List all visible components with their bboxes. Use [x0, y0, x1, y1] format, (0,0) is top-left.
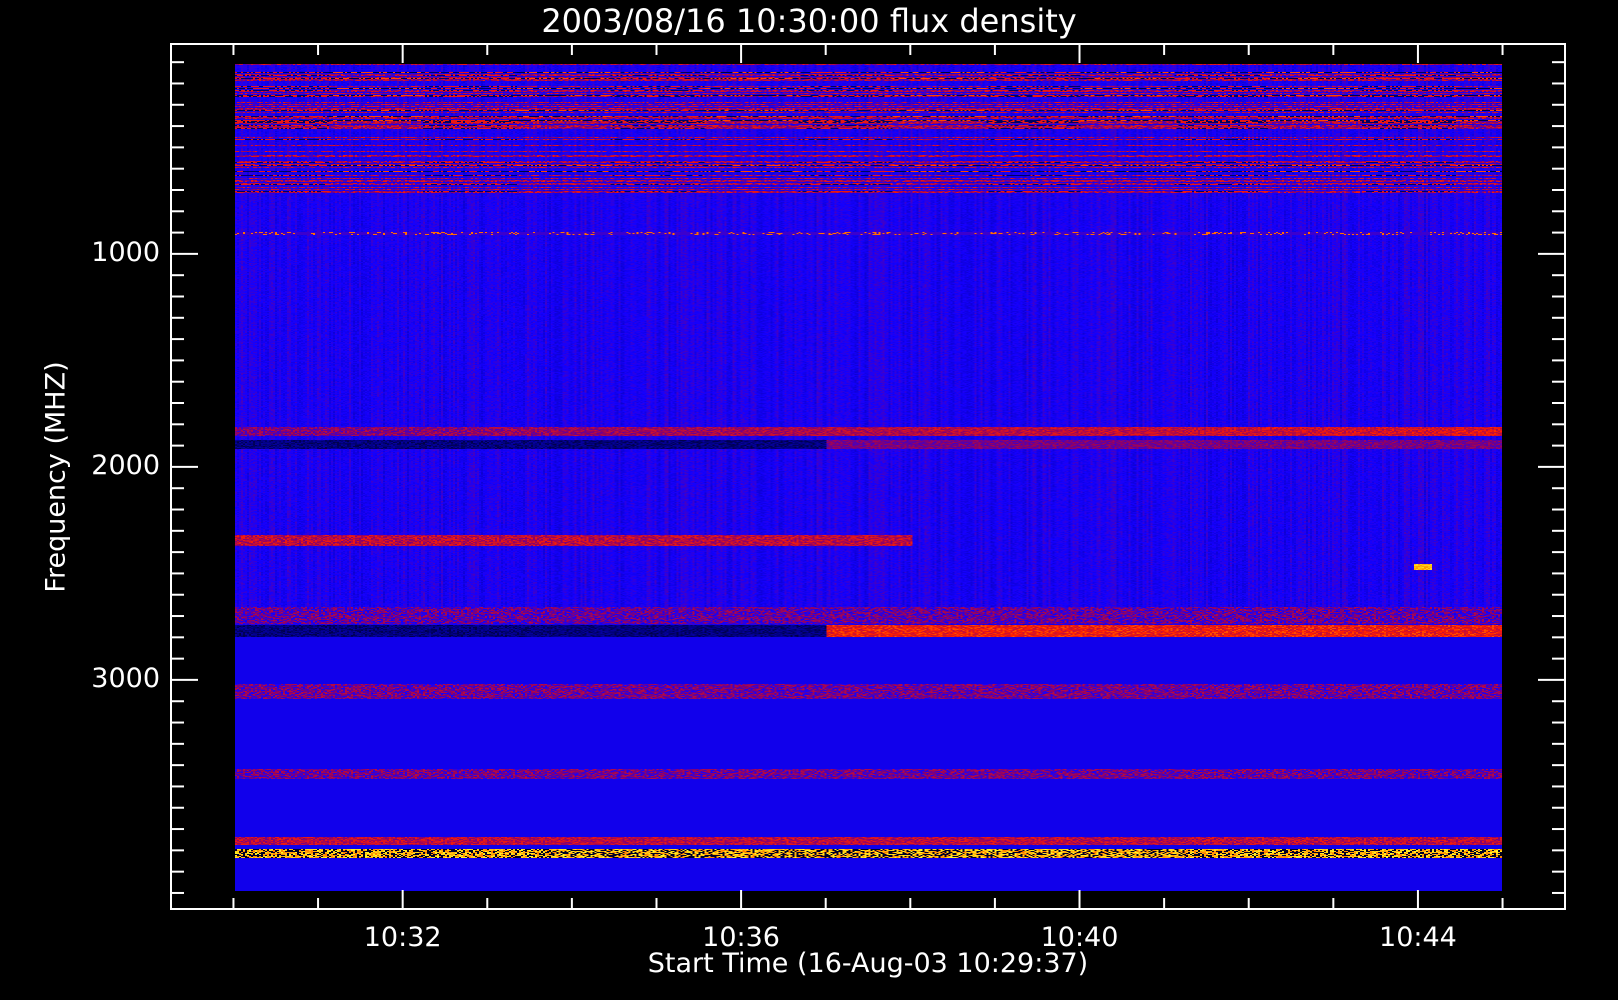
x-tick-label: 10:44	[1379, 922, 1457, 953]
x-axis-label: Start Time (16-Aug-03 10:29:37)	[647, 948, 1089, 979]
y-axis-label: Frequency (MHZ)	[40, 361, 72, 593]
chart-title: 2003/08/16 10:30:00 flux density	[541, 2, 1077, 40]
x-tick-label: 10:32	[363, 922, 442, 953]
y-tick-label: 2000	[91, 449, 160, 481]
spectrogram-heatmap	[235, 64, 1502, 891]
y-tick-label: 1000	[91, 236, 160, 268]
y-tick-label: 3000	[91, 662, 160, 694]
